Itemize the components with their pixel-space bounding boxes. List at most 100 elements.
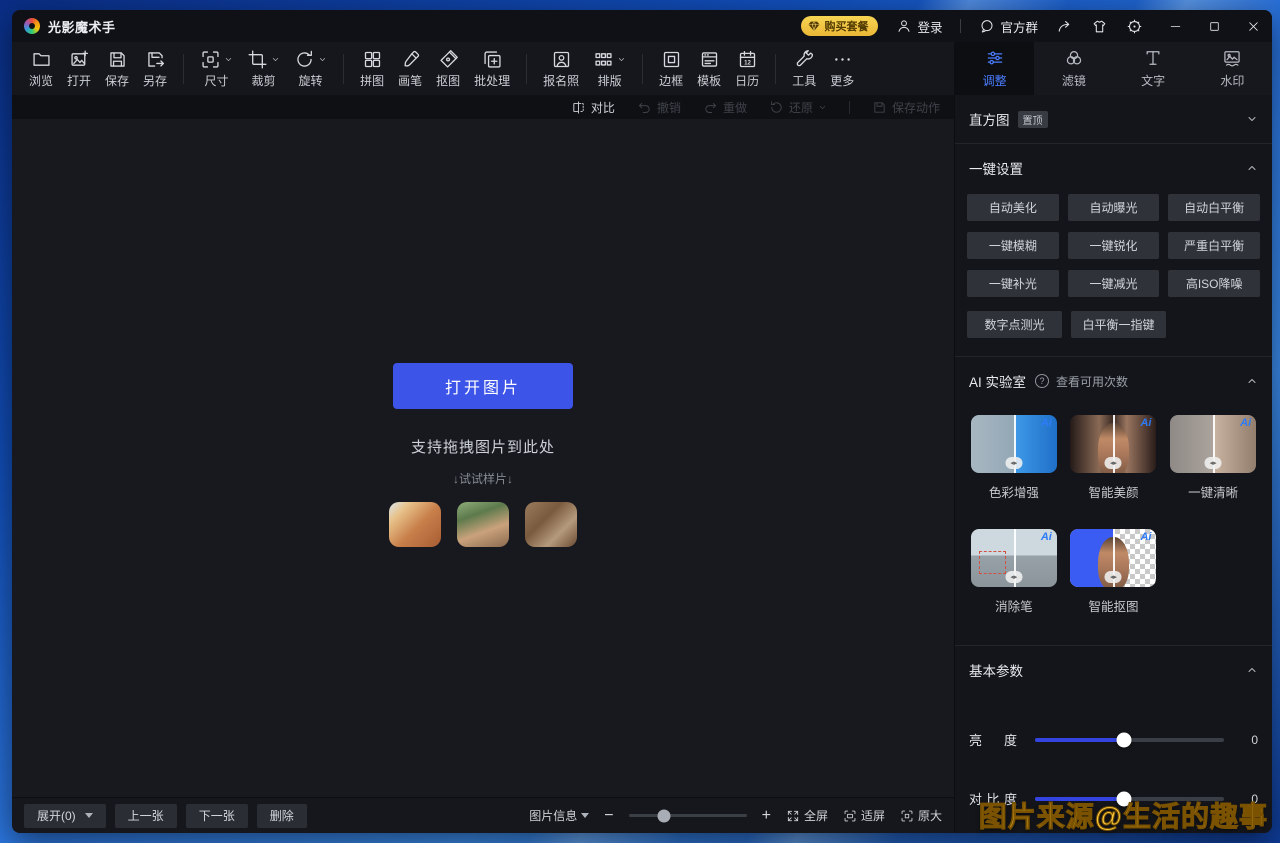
ai-badge: Ai — [1140, 417, 1151, 429]
toolbar-border-button[interactable]: 边框 — [652, 49, 690, 89]
one-key-section-header[interactable]: 一键设置 — [955, 144, 1272, 192]
minimize-button[interactable] — [1169, 20, 1182, 33]
brightness-slider[interactable] — [1035, 738, 1224, 742]
brightness-label: 亮度 — [969, 730, 1017, 749]
sample-image-flatlay[interactable] — [525, 502, 577, 547]
compare-button[interactable]: 对比 — [571, 99, 615, 116]
toolbar-tools-button[interactable]: 工具 — [785, 49, 823, 89]
previous-image-button[interactable]: 上一张 — [115, 804, 177, 828]
chevron-down-icon[interactable] — [617, 55, 626, 64]
canvas-area[interactable]: 打开图片 支持拖拽图片到此处 ↓试试样片↓ — [12, 119, 954, 797]
toolbar-brush-button[interactable]: 画笔 — [391, 49, 429, 89]
theme-skin-icon[interactable] — [1091, 18, 1108, 35]
chevron-down-icon — [818, 103, 827, 112]
tab-watermark[interactable]: 水印 — [1193, 42, 1272, 95]
ai-usage-link[interactable]: 查看可用次数 — [1056, 373, 1128, 390]
sliders-icon — [985, 48, 1005, 68]
actual-size-label: 原大 — [918, 807, 942, 824]
one-key-button[interactable]: 自动曝光 — [1068, 194, 1160, 221]
toolbar-layout-button[interactable]: 排版 — [586, 49, 633, 89]
toolbar-collage-button[interactable]: 拼图 — [353, 49, 391, 89]
brightness-slider-handle[interactable] — [1116, 732, 1131, 747]
toolbar-template-button[interactable]: 模板 — [690, 49, 728, 89]
one-key-button[interactable]: 一键模糊 — [967, 232, 1059, 259]
undo-button[interactable]: 撤销 — [637, 99, 681, 116]
ai-lab-section-header[interactable]: AI 实验室 ? 查看可用次数 — [955, 357, 1272, 405]
share-icon[interactable] — [1056, 18, 1073, 35]
chevron-down-icon[interactable] — [318, 55, 327, 64]
diamond-icon — [808, 20, 820, 32]
one-key-button[interactable]: 高ISO降噪 — [1168, 270, 1260, 297]
ai-card-smart-beauty[interactable]: Ai ◂▸ 智能美颜 — [1069, 415, 1159, 501]
toolbar-more-button[interactable]: 更多 — [823, 49, 861, 89]
one-key-button[interactable]: 白平衡一指键 — [1071, 311, 1166, 338]
toolbar-batch-button[interactable]: 批处理 — [467, 49, 517, 89]
chevron-up-icon[interactable] — [1246, 375, 1258, 387]
close-button[interactable] — [1247, 20, 1260, 33]
sample-image-portrait[interactable] — [457, 502, 509, 547]
zoom-slider-handle[interactable] — [658, 809, 671, 822]
chevron-down-icon[interactable] — [271, 55, 280, 64]
one-key-button[interactable]: 自动美化 — [967, 194, 1059, 221]
ai-card-thumbnail: Ai ◂▸ — [1170, 415, 1256, 473]
zoom-in-button[interactable]: + — [762, 808, 771, 824]
login-button[interactable]: 登录 — [896, 17, 942, 36]
pin-badge[interactable]: 置顶 — [1018, 111, 1048, 128]
next-image-button[interactable]: 下一张 — [186, 804, 248, 828]
help-icon[interactable]: ? — [1035, 374, 1049, 388]
ai-card-one-key-sharpen[interactable]: Ai ◂▸ 一键清晰 — [1168, 415, 1258, 501]
chevron-up-icon[interactable] — [1246, 162, 1258, 174]
tab-adjust[interactable]: 调整 — [955, 42, 1034, 95]
watermark-image-icon — [1222, 48, 1242, 68]
image-info-dropdown[interactable]: 图片信息 — [529, 807, 589, 824]
compare-label: 对比 — [591, 99, 615, 116]
toolbar-crop-button[interactable]: 裁剪 — [240, 49, 287, 89]
layout-grid-icon — [593, 49, 614, 70]
toolbar-id-photo-button[interactable]: 报名照 — [536, 49, 586, 89]
save-action-button[interactable]: 保存动作 — [872, 99, 940, 116]
fullscreen-button[interactable]: 全屏 — [786, 807, 828, 824]
toolbar-rotate-button[interactable]: 旋转 — [287, 49, 334, 89]
app-window: 光影魔术手 购买套餐 登录 — [12, 10, 1272, 833]
toolbar-browse-button[interactable]: 浏览 — [22, 49, 60, 89]
chevron-up-icon[interactable] — [1246, 664, 1258, 676]
toolbar-cutout-button[interactable]: 抠图 — [429, 49, 467, 89]
chevron-down-icon[interactable] — [224, 55, 233, 64]
zoom-out-button[interactable]: − — [604, 808, 613, 824]
expand-filmstrip-button[interactable]: 展开(0) — [24, 804, 106, 828]
main-toolbar: 浏览 打开 保存 另存 — [12, 42, 954, 95]
ai-card-color-enhance[interactable]: Ai ◂▸ 色彩增强 — [969, 415, 1059, 501]
toolbar-calendar-button[interactable]: 12 日历 — [728, 49, 766, 89]
one-key-button[interactable]: 一键减光 — [1068, 270, 1160, 297]
actual-size-button[interactable]: 原大 — [900, 807, 942, 824]
adjust-panel: 直方图 置顶 一键设置 自动美化 自动曝光 自动白平衡 一键模糊 一键锐化 严重… — [954, 95, 1272, 833]
restore-button[interactable]: 还原 — [769, 99, 827, 116]
one-key-button[interactable]: 数字点测光 — [967, 311, 1062, 338]
toolbar-open-button[interactable]: 打开 — [60, 49, 98, 89]
fit-screen-button[interactable]: 适屏 — [843, 807, 885, 824]
toolbar-save-button[interactable]: 保存 — [98, 49, 136, 89]
ai-card-smart-cutout[interactable]: Ai ◂▸ 智能抠图 — [1069, 529, 1159, 615]
settings-gear-icon[interactable] — [1126, 18, 1143, 35]
sample-image-desert[interactable] — [389, 502, 441, 547]
open-image-button[interactable]: 打开图片 — [393, 363, 573, 409]
delete-image-button[interactable]: 删除 — [257, 804, 307, 828]
zoom-slider[interactable] — [629, 814, 747, 817]
tab-filters[interactable]: 滤镜 — [1034, 42, 1113, 95]
toolbar-resize-button[interactable]: 尺寸 — [193, 49, 240, 89]
chevron-down-icon[interactable] — [1246, 113, 1258, 125]
buy-plan-badge[interactable]: 购买套餐 — [801, 16, 878, 36]
maximize-button[interactable] — [1208, 20, 1221, 33]
toolbar-save-as-button[interactable]: 另存 — [136, 49, 174, 89]
one-key-button[interactable]: 严重白平衡 — [1168, 232, 1260, 259]
tab-text[interactable]: 文字 — [1114, 42, 1193, 95]
one-key-button[interactable]: 自动白平衡 — [1168, 194, 1260, 221]
toolbar-separator — [775, 54, 776, 84]
redo-button[interactable]: 重做 — [703, 99, 747, 116]
ai-card-eraser-pen[interactable]: Ai ◂▸ 消除笔 — [969, 529, 1059, 615]
one-key-button[interactable]: 一键锐化 — [1068, 232, 1160, 259]
one-key-button[interactable]: 一键补光 — [967, 270, 1059, 297]
histogram-section-header[interactable]: 直方图 置顶 — [955, 95, 1272, 143]
official-group-button[interactable]: 官方群 — [979, 17, 1038, 36]
basic-params-section-header[interactable]: 基本参数 — [955, 646, 1272, 694]
